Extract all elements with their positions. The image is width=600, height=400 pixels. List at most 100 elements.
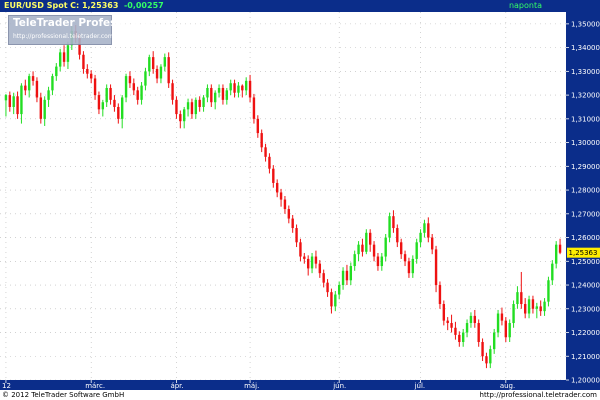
header-info: EUR/USD Spot C: 1,25363 -0,00257 — [4, 0, 164, 12]
chart-window: 1,35000 1,34000 1,33000 1,32000 1,31000 1,300… — [0, 0, 600, 400]
candle-body — [163, 57, 167, 67]
y-tick-label: 1,32000 — [571, 92, 600, 100]
candle-body — [415, 242, 418, 259]
candle-body — [512, 304, 515, 324]
candle-body — [136, 90, 139, 100]
candle-body — [272, 168, 275, 183]
x-tick-label: júl. — [414, 382, 426, 390]
candle-body — [500, 313, 504, 321]
candle-body — [35, 80, 39, 98]
interval-label: napontа — [508, 1, 542, 10]
candle-body — [520, 292, 523, 305]
candle-body — [132, 83, 136, 91]
candle-body — [558, 244, 562, 253]
candle-body — [62, 52, 66, 62]
candle-body — [31, 76, 35, 81]
candle-body — [368, 232, 372, 245]
candle-body — [450, 323, 453, 328]
candle-body — [523, 304, 527, 314]
candle-body — [202, 97, 205, 107]
candle-body — [508, 323, 511, 338]
candle-body — [93, 78, 97, 96]
candle-body — [66, 45, 70, 62]
y-tick-label: 1,24000 — [571, 282, 600, 290]
teletrader-logo: TeleTrader Professional http://professio… — [8, 15, 152, 45]
candle-body — [124, 76, 128, 98]
candle-body — [264, 147, 267, 157]
candle-body — [244, 80, 248, 91]
candle-body — [159, 66, 163, 79]
candle-body — [39, 97, 43, 119]
candle-body — [446, 320, 449, 324]
candle-body — [260, 133, 263, 148]
candle-body — [485, 356, 488, 364]
candle-body — [516, 292, 519, 305]
candle-body — [489, 349, 492, 364]
candle-body — [101, 102, 105, 110]
candle-body — [248, 80, 252, 98]
candle-body — [322, 273, 325, 283]
last-price-label: 1,25363 — [569, 249, 598, 257]
candle-body — [477, 323, 480, 343]
y-tick-label: 1,30000 — [571, 139, 600, 147]
candle-body — [117, 106, 120, 119]
x-tick-label: máj. — [244, 382, 259, 390]
x-tick-label: 12 — [2, 382, 11, 390]
candle-body — [128, 76, 132, 84]
candle-body — [303, 256, 306, 259]
candle-body — [190, 102, 194, 115]
candle-body — [109, 87, 112, 100]
candle-body — [411, 258, 415, 274]
candle-body — [504, 320, 508, 338]
candle-body — [345, 270, 349, 281]
candle-body — [97, 95, 101, 110]
candle-body — [473, 315, 477, 324]
candle-body — [407, 261, 411, 274]
candle-body — [419, 232, 422, 243]
candle-body — [237, 85, 240, 93]
last-price-tag: 1,25363 — [567, 247, 600, 258]
candle-body — [461, 332, 465, 343]
candle-body — [182, 109, 186, 122]
candle-body — [543, 301, 546, 312]
y-tick-label: 1,21000 — [571, 353, 600, 361]
candle-body — [481, 342, 484, 357]
x-tick-label: ápr. — [170, 382, 183, 390]
candle-body — [384, 237, 387, 257]
candle-body — [310, 256, 314, 269]
candle-body — [252, 97, 256, 119]
candle-body — [295, 228, 298, 243]
candle-body — [120, 97, 124, 119]
candle-body — [531, 299, 535, 309]
candle-body — [551, 263, 554, 281]
candle-body — [155, 68, 159, 79]
candle-body — [24, 85, 27, 91]
candle-body — [337, 285, 341, 295]
candle-body — [148, 57, 151, 72]
x-tick-label: aug. — [500, 382, 515, 390]
candle-body — [256, 118, 260, 134]
y-tick-label: 1,25000 — [571, 258, 600, 266]
candle-body — [151, 57, 155, 69]
candle-body — [105, 87, 108, 103]
candle-body — [233, 83, 236, 93]
candle-body — [4, 95, 8, 101]
candle-body — [113, 99, 116, 107]
candle-body — [47, 90, 50, 100]
candle-body — [279, 192, 283, 200]
candle-body — [349, 266, 353, 281]
candle-body — [458, 334, 461, 343]
candle-body — [58, 52, 62, 67]
x-tick-label: jún. — [332, 382, 346, 390]
candle-body — [465, 323, 469, 333]
candle-body — [527, 299, 531, 314]
y-tick-label: 1,34000 — [571, 44, 600, 52]
y-tick-label: 1,20000 — [571, 377, 600, 385]
candle-body — [206, 87, 209, 98]
y-tick-label: 1,26000 — [571, 234, 600, 242]
candle-body — [341, 270, 345, 286]
footer: © 2012 TeleTrader Software GmbH http://p… — [0, 390, 600, 400]
candle-body — [357, 244, 360, 255]
candle-body — [423, 223, 426, 233]
candle-body — [171, 83, 174, 100]
